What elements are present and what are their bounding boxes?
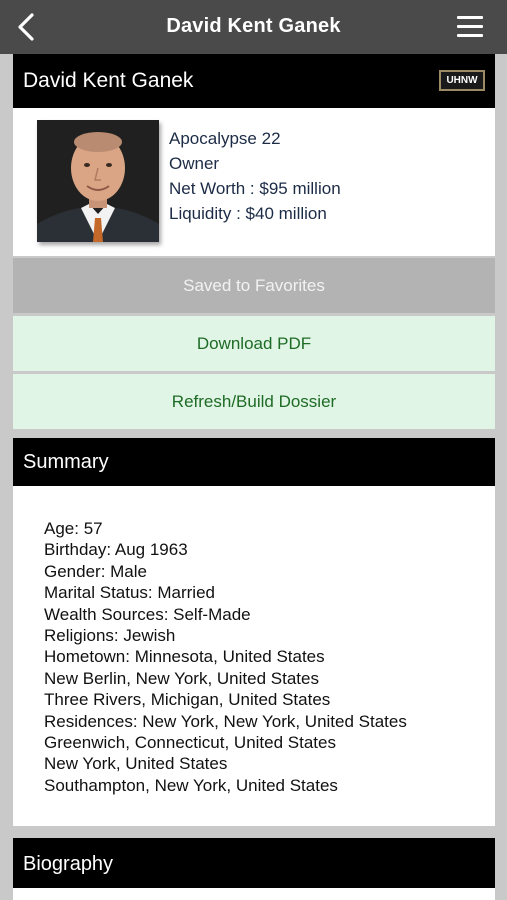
profile-card: Apocalypse 22 Owner Net Worth : $95 mill… xyxy=(13,108,495,256)
summary-line: Greenwich, Connecticut, United States xyxy=(44,732,336,752)
summary-line: New York, United States xyxy=(44,754,228,774)
profile-name-header: David Kent Ganek UHNW xyxy=(13,54,495,108)
profile-name: David Kent Ganek xyxy=(23,69,194,92)
summary-line: Gender: Male xyxy=(44,561,147,581)
summary-line: Residences: New York, New York, United S… xyxy=(44,711,407,731)
summary-line: Religions: Jewish xyxy=(44,625,176,645)
biography-body xyxy=(13,888,495,900)
biography-section-header[interactable]: Biography xyxy=(13,838,495,888)
profile-photo xyxy=(37,120,159,242)
top-navigation-bar: David Kent Ganek xyxy=(0,0,507,54)
summary-line: Age: 57 xyxy=(44,519,103,538)
summary-line: New Berlin, New York, United States xyxy=(44,668,319,688)
summary-lines: Age: 57 Birthday: Aug 1963 Gender: Male … xyxy=(44,518,407,796)
page-title: David Kent Ganek xyxy=(166,15,341,37)
summary-line: Wealth Sources: Self-Made xyxy=(44,604,251,624)
summary-line: Three Rivers, Michigan, United States xyxy=(44,690,331,710)
refresh-build-dossier-button[interactable]: Refresh/Build Dossier xyxy=(13,374,495,429)
summary-line: Birthday: Aug 1963 xyxy=(44,540,188,560)
summary-line: Marital Status: Married xyxy=(44,583,215,603)
hamburger-menu-icon[interactable] xyxy=(457,16,483,38)
summary-section-header[interactable]: Summary xyxy=(13,438,495,486)
download-pdf-button[interactable]: Download PDF xyxy=(13,316,495,371)
summary-line: Hometown: Minnesota, United States xyxy=(44,647,325,667)
saved-to-favorites-button[interactable]: Saved to Favorites xyxy=(13,258,495,313)
liquidity: Liquidity : $40 million xyxy=(169,204,327,223)
wealth-tier-badge: UHNW xyxy=(439,70,485,91)
profile-info: Apocalypse 22 Owner Net Worth : $95 mill… xyxy=(169,128,341,228)
summary-title: Summary xyxy=(23,451,109,473)
summary-body: Age: 57 Birthday: Aug 1963 Gender: Male … xyxy=(13,486,495,826)
net-worth: Net Worth : $95 million xyxy=(169,179,341,198)
company-name: Apocalypse 22 xyxy=(169,129,281,148)
biography-title: Biography xyxy=(23,853,114,875)
summary-line: Southampton, New York, United States xyxy=(44,775,338,795)
role: Owner xyxy=(169,154,220,173)
